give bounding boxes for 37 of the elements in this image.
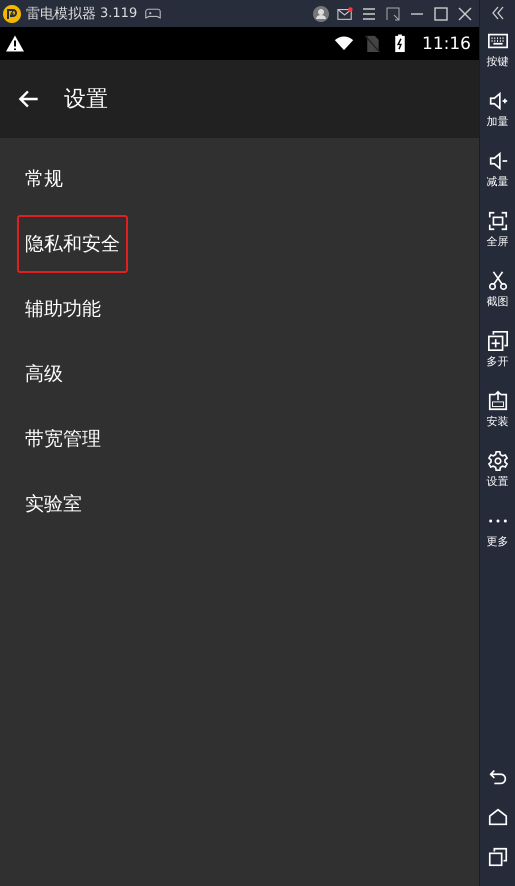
gamepad-icon[interactable] (145, 6, 162, 22)
tool-label: 减量 (486, 174, 508, 189)
mail-icon[interactable] (337, 6, 353, 22)
collapse-icon[interactable] (490, 5, 506, 21)
warning-icon (5, 34, 25, 53)
clock: 11:16 (422, 34, 471, 54)
scissors-icon[interactable] (486, 270, 508, 292)
resize-icon[interactable] (385, 6, 401, 22)
tool-label: 多开 (486, 354, 508, 369)
tool-label: 加量 (486, 114, 508, 129)
settings-icon[interactable] (486, 450, 508, 472)
menu-icon[interactable] (361, 6, 377, 22)
multi-icon[interactable] (486, 330, 508, 352)
settings-item[interactable]: 实验室 (17, 474, 90, 532)
recent-apps-icon[interactable] (486, 846, 508, 868)
fullscreen-icon[interactable] (486, 210, 508, 232)
tool-label: 截图 (486, 294, 508, 309)
no-sim-icon (362, 34, 382, 53)
maximize-icon[interactable] (433, 6, 449, 22)
close-icon[interactable] (457, 6, 473, 22)
avatar-icon[interactable] (313, 6, 329, 22)
page-title: 设置 (64, 86, 108, 114)
settings-item[interactable]: 高级 (17, 344, 71, 402)
wifi-icon (334, 34, 354, 53)
home-icon[interactable] (486, 806, 508, 828)
tool-label: 设置 (486, 474, 508, 489)
settings-item[interactable]: 带宽管理 (17, 410, 109, 468)
settings-item[interactable]: 辅助功能 (17, 280, 109, 338)
version-label: 3.119 (100, 6, 138, 21)
settings-item[interactable]: 常规 (17, 150, 71, 208)
tool-label: 安装 (486, 414, 508, 429)
install-icon[interactable] (486, 390, 508, 412)
tool-label: 全屏 (486, 234, 508, 249)
tool-label: 更多 (486, 534, 508, 549)
settings-item[interactable]: 隐私和安全 (17, 214, 128, 272)
tool-label: 按键 (486, 54, 508, 69)
window-title: 雷电模拟器 (26, 4, 96, 22)
